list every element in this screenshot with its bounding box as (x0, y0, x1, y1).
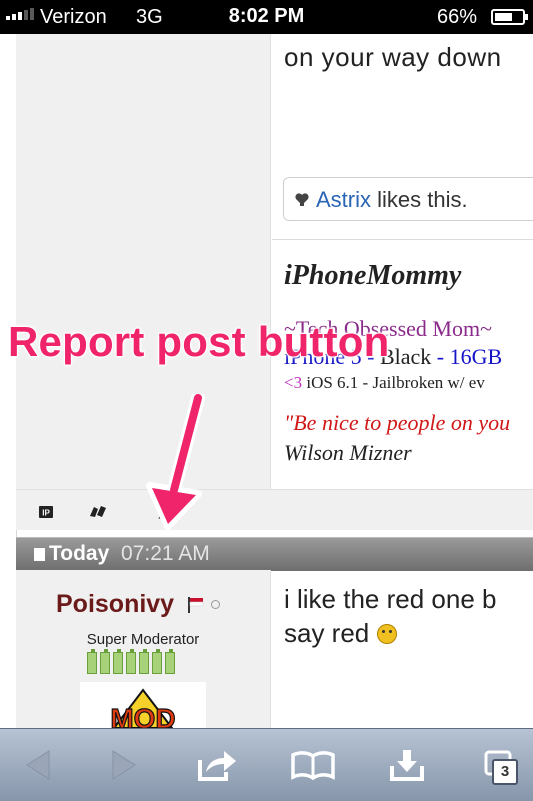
annotation-arrow-icon (146, 394, 205, 530)
post-date-time: 07:21 AM (121, 542, 210, 565)
page-left-margin (0, 34, 17, 728)
status-bar: Verizon 3G 8:02 PM 66% (0, 0, 533, 34)
reputation-battery-icon (139, 649, 149, 674)
post-date-day: Today (49, 542, 110, 565)
forum-thread-view[interactable]: on your way down Astrix likes this. iPho… (0, 34, 533, 728)
signature-ios-line: <3 iOS 6.1 - Jailbroken w/ ev (284, 373, 485, 393)
ip-address-icon[interactable]: IP (38, 504, 54, 520)
smiley-emoticon-icon (376, 624, 397, 644)
flag-icon (188, 597, 204, 613)
reputation-battery-icon (100, 649, 110, 674)
offline-status-icon (211, 600, 220, 609)
back-button[interactable] (18, 729, 58, 801)
signature-quote: "Be nice to people on you (284, 410, 511, 435)
like-heart-icon (295, 193, 309, 206)
likes-suffix: likes this. (371, 187, 468, 212)
share-icon (198, 751, 236, 781)
post-document-icon (34, 548, 45, 561)
mod-logo-text: MOD (110, 703, 175, 728)
bookmarks-book-icon (291, 751, 335, 780)
browser-toolbar (0, 728, 533, 801)
device-storage: 16GB (449, 344, 503, 369)
battery-percent: 66% (436, 6, 477, 28)
likes-box: Astrix likes this. (283, 177, 533, 221)
current-post-body: i like the red one b say red (284, 582, 496, 650)
reputation-battery-icon (126, 649, 136, 674)
bookmarks-button[interactable] (288, 729, 338, 801)
download-tray-icon (390, 750, 424, 781)
user-signature: iPhoneMommy ~Tech Obsessed Mom~ iPhone 5… (284, 260, 510, 465)
device-separator: - (431, 344, 450, 369)
ios-version-text: iOS 6.1 - Jailbroken w/ ev (302, 373, 485, 392)
user-rank-title: Super Moderator (86, 631, 200, 648)
liker-name-link[interactable]: Astrix (316, 187, 371, 212)
previous-post-body-text: on your way down (284, 42, 502, 72)
signature-divider (272, 239, 533, 240)
signature-title: iPhoneMommy (284, 260, 462, 291)
post-action-strip: IP (16, 489, 533, 530)
moderator-badge-logo: MOD (80, 682, 206, 728)
open-tabs-count[interactable]: 3 (492, 759, 518, 785)
post-body-line: i like the red one b (284, 584, 497, 614)
reputation-battery-icon (165, 649, 175, 674)
share-button[interactable] (192, 729, 242, 801)
quote-post-icon[interactable] (88, 504, 108, 520)
back-arrow-icon (26, 750, 50, 780)
post-body-line: say red (284, 618, 370, 648)
signature-quote-author: Wilson Mizner (284, 440, 412, 465)
annotation-label: Report post button (7, 317, 390, 366)
forward-button[interactable] (104, 729, 144, 801)
heart-emoticon: <3 (284, 373, 303, 392)
forward-arrow-icon (112, 750, 136, 780)
battery-icon (491, 9, 528, 25)
ip-icon-label: IP (42, 509, 50, 518)
reputation-battery-icon (152, 649, 162, 674)
reputation-battery-icon (113, 649, 123, 674)
post-author-username[interactable]: Poisonivy (56, 590, 174, 619)
downloads-button[interactable] (384, 729, 430, 801)
post-date-bar: Today 07:21 AM (16, 537, 533, 571)
reputation-battery-icon (87, 649, 97, 674)
reputation-bar (87, 649, 175, 674)
